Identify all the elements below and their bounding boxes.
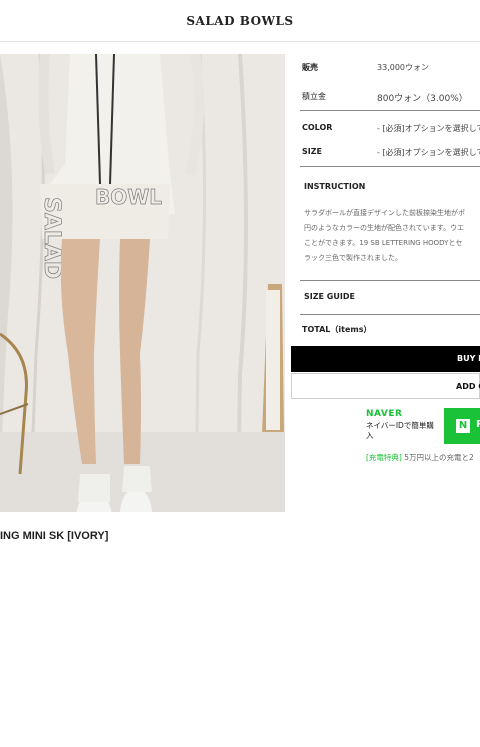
instruction-line: ラック三色で製作されました。	[304, 254, 402, 262]
size-guide-link[interactable]: SIZE GUIDE	[304, 292, 355, 301]
color-label: COLOR	[302, 123, 333, 132]
buy-now-button[interactable]: BUY N	[291, 346, 480, 372]
instruction-line: ことができます。19 SB LETTERING HOODYとセ	[304, 239, 463, 247]
product-name: ING MINI SK [IVORY]	[0, 530, 109, 542]
size-label: SIZE	[302, 147, 323, 156]
product-photo[interactable]: SALAD BOWL	[0, 54, 285, 512]
price-value: 33,000ウォン	[377, 63, 429, 72]
naver-pay-button[interactable]: N P	[444, 408, 480, 444]
naver-pay-text: P	[476, 419, 480, 430]
benefit-tag: [充電特典]	[366, 453, 402, 462]
instruction-line: サラダボールが直接デザインした前板捺染生地がポ	[304, 209, 465, 217]
divider	[300, 280, 480, 281]
add-to-cart-button[interactable]: ADD C	[291, 373, 480, 399]
points-label: 積立金	[302, 92, 326, 101]
header: SALAD BOWLS	[0, 0, 480, 42]
benefit-text: 5万円以上の充電と2	[401, 453, 474, 462]
brand-logo[interactable]: SALAD BOWLS	[0, 14, 480, 28]
size-select[interactable]: - [必須]オプションを選択して	[377, 147, 480, 158]
instruction-line: 円のようなカラーの生地が配色されています。ウエ	[304, 224, 465, 232]
color-select[interactable]: - [必須]オプションを選択して	[377, 123, 480, 134]
divider	[300, 110, 480, 111]
instruction-text: サラダボールが直接デザインした前板捺染生地がポ 円のようなカラーの生地が配色され…	[304, 206, 480, 266]
svg-text:SALAD: SALAD	[39, 197, 64, 279]
naver-n-icon: N	[456, 419, 470, 433]
naver-description: ネイバーIDで簡単購入	[366, 421, 434, 440]
price-label: 販売	[302, 63, 318, 72]
naver-benefit: [充電特典] 5万円以上の充電と2	[366, 452, 474, 463]
product-image: SALAD BOWL	[0, 54, 285, 512]
points-value: 800ウォン（3.00%）	[377, 94, 468, 104]
total-label: TOTAL（items）	[302, 325, 372, 334]
buy-now-label: BUY N	[457, 354, 480, 363]
svg-text:BOWL: BOWL	[95, 185, 162, 209]
naver-logo: NAVER	[366, 409, 403, 419]
divider	[300, 314, 480, 315]
add-to-cart-label: ADD C	[456, 382, 480, 391]
divider	[300, 166, 480, 167]
instruction-title: INSTRUCTION	[304, 182, 366, 191]
